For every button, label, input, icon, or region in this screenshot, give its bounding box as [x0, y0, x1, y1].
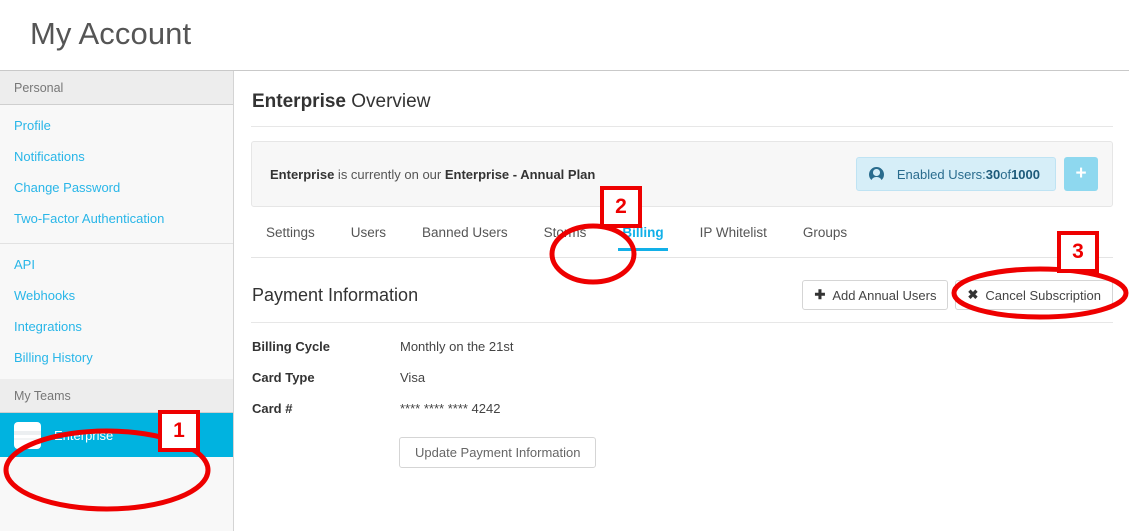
card-type-value: Visa — [400, 370, 426, 385]
sidebar-item-api[interactable]: API — [0, 249, 233, 280]
add-annual-users-label: Add Annual Users — [832, 287, 937, 303]
billing-cycle-label: Billing Cycle — [252, 339, 331, 354]
update-payment-information-button[interactable]: Update Payment Information — [399, 437, 597, 468]
overview-title-suffix: Overview — [345, 91, 431, 112]
payment-divider — [251, 322, 1113, 323]
annotation-ellipse-2 — [549, 223, 637, 285]
annotation-marker-2: 2 — [600, 186, 642, 228]
plan-description: Enterprise is currently on our Enterpris… — [270, 167, 595, 182]
card-number-label: Card # — [252, 401, 293, 416]
card-number-value: **** **** **** 4242 — [400, 401, 501, 416]
plan-panel: Enterprise is currently on our Enterpris… — [251, 141, 1113, 207]
add-user-button[interactable]: + — [1064, 157, 1098, 191]
plus-icon: + — [1075, 163, 1087, 184]
user-icon — [868, 166, 884, 182]
title-divider — [251, 126, 1113, 127]
enabled-users-max: 1000 — [1011, 166, 1040, 182]
enabled-users-label: Enabled Users: — [896, 166, 986, 182]
sidebar-item-change-password[interactable]: Change Password — [0, 172, 233, 203]
overview-title-org: Enterprise — [252, 91, 346, 112]
enabled-users-count: 30 — [985, 166, 1001, 182]
sidebar-group-developer: API Webhooks Integrations Billing Histor… — [0, 244, 233, 379]
plan-panel-actions: Enabled Users: 30 of 1000 + — [855, 157, 1098, 191]
plan-org-name: Enterprise — [270, 166, 335, 182]
payment-section-title: Payment Information — [252, 284, 419, 305]
tab-groups[interactable]: Groups — [803, 225, 847, 250]
table-row: Card # **** **** **** 4242 — [251, 401, 1113, 416]
tab-banned-users[interactable]: Banned Users — [422, 225, 508, 250]
plan-text-middle: is currently on our — [334, 166, 445, 182]
annotation-ellipse-3 — [951, 266, 1129, 320]
annotation-marker-1: 1 — [158, 410, 200, 452]
app-header: My Account — [0, 0, 1129, 71]
card-type-label: Card Type — [252, 370, 315, 385]
overview-title: Enterprise Overview — [251, 91, 1113, 113]
tab-users[interactable]: Users — [351, 225, 386, 250]
tab-ip-whitelist[interactable]: IP Whitelist — [700, 225, 767, 250]
tab-settings[interactable]: Settings — [266, 225, 315, 250]
app-root: My Account Personal Profile Notification… — [0, 0, 1129, 531]
tab-bar: Settings Users Banned Users Storms Billi… — [251, 225, 1113, 258]
sidebar-item-integrations[interactable]: Integrations — [0, 311, 233, 342]
annotation-marker-3: 3 — [1057, 231, 1099, 273]
sidebar-group-personal: Profile Notifications Change Password Tw… — [0, 105, 233, 240]
plus-icon: ✚ — [814, 287, 826, 302]
page-title: My Account — [30, 16, 192, 51]
billing-cycle-value: Monthly on the 21st — [400, 339, 514, 354]
enabled-users-of: of — [1000, 166, 1012, 182]
sidebar-item-webhooks[interactable]: Webhooks — [0, 280, 233, 311]
sidebar-section-my-teams-header: My Teams — [0, 379, 233, 413]
sidebar-item-two-factor-authentication[interactable]: Two-Factor Authentication — [0, 203, 233, 234]
sidebar-item-profile[interactable]: Profile — [0, 110, 233, 141]
sidebar-item-billing-history[interactable]: Billing History — [0, 342, 233, 373]
sidebar-section-personal-header: Personal — [0, 71, 233, 105]
table-row: Card Type Visa — [251, 370, 1113, 385]
table-row: Billing Cycle Monthly on the 21st — [251, 339, 1113, 354]
add-annual-users-button[interactable]: ✚ Add Annual Users — [802, 280, 949, 310]
sidebar-item-notifications[interactable]: Notifications — [0, 141, 233, 172]
plan-name: Enterprise - Annual Plan — [444, 166, 596, 182]
enabled-users-badge: Enabled Users: 30 of 1000 — [855, 157, 1056, 191]
